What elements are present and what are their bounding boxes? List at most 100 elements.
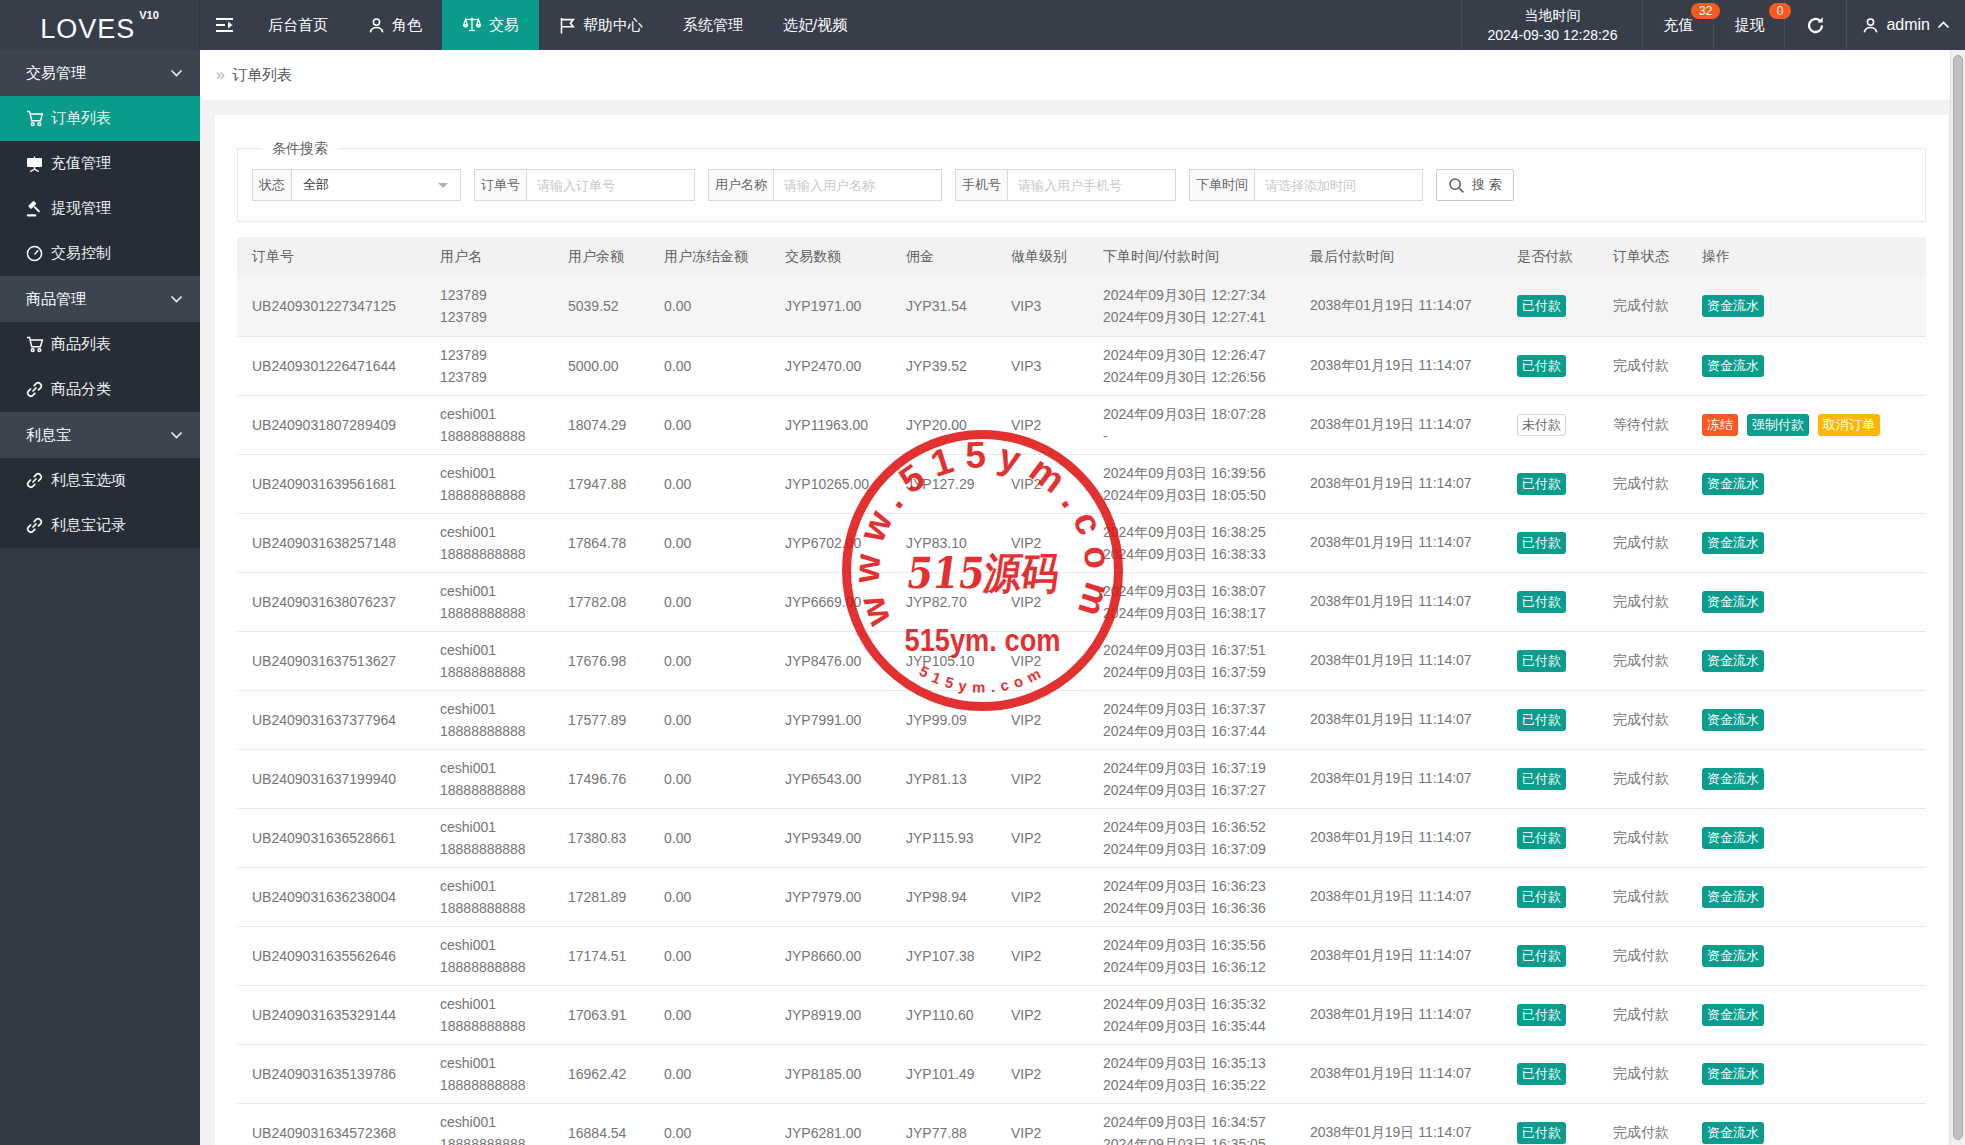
table-row-15[interactable]: UB2409031634572368ceshi00118888888888168… bbox=[237, 1103, 1926, 1145]
user-phone-line: 18888888888 bbox=[440, 1074, 553, 1096]
table-row-12[interactable]: UB2409031635562646ceshi00118888888888171… bbox=[237, 926, 1926, 985]
order-no-input[interactable] bbox=[526, 169, 695, 201]
withdraw-link[interactable]: 提现 0 bbox=[1713, 0, 1784, 50]
nav-item-roles[interactable]: 角色 bbox=[348, 0, 442, 50]
status-select[interactable]: 全部 bbox=[291, 169, 461, 201]
commission-cell: JYP127.29 bbox=[891, 454, 996, 513]
sidebar-item-label: 商品列表 bbox=[51, 335, 111, 354]
nav-item-help-center[interactable]: 帮助中心 bbox=[539, 0, 663, 50]
table-row-4[interactable]: UB2409031639561681ceshi00118888888888179… bbox=[237, 454, 1926, 513]
last-pay-time-cell: 2038年01月19日 11:14:07 bbox=[1295, 454, 1502, 513]
level-cell: VIP2 bbox=[996, 749, 1088, 808]
order-time-line: 2024年09月03日 16:35:13 bbox=[1103, 1052, 1295, 1074]
balance-cell: 17380.83 bbox=[553, 808, 649, 867]
sidebar-item-1-3[interactable]: 提现管理 bbox=[0, 186, 200, 231]
amount-cell: JYP8476.00 bbox=[770, 631, 891, 690]
sidebar-group-2[interactable]: 商品管理 bbox=[0, 276, 200, 322]
fund-flow-button[interactable]: 资金流水 bbox=[1702, 532, 1764, 554]
column-header-5: 交易数额 bbox=[770, 237, 891, 277]
sidebar-item-1-2[interactable]: 充值管理 bbox=[0, 141, 200, 186]
table-row-8[interactable]: UB2409031637377964ceshi00118888888888175… bbox=[237, 690, 1926, 749]
pay-status-badge: 已付款 bbox=[1517, 591, 1566, 613]
sidebar-item-3-2[interactable]: 利息宝记录 bbox=[0, 503, 200, 548]
scrollbar-thumb[interactable] bbox=[1953, 55, 1963, 1140]
sidebar-item-2-2[interactable]: 商品分类 bbox=[0, 367, 200, 412]
nav-item-dashboard[interactable]: 后台首页 bbox=[248, 0, 348, 50]
actions-group: 资金流水 bbox=[1702, 768, 1926, 790]
pay-status-cell: 已付款 bbox=[1502, 1103, 1598, 1145]
fund-flow-button[interactable]: 资金流水 bbox=[1702, 295, 1764, 317]
sidebar-item-2-1[interactable]: 商品列表 bbox=[0, 322, 200, 367]
pay-time-line: 2024年09月03日 16:37:09 bbox=[1103, 838, 1295, 860]
sidebar-item-1-4[interactable]: 交易控制 bbox=[0, 231, 200, 276]
recharge-link[interactable]: 充值 32 bbox=[1642, 0, 1713, 50]
fund-flow-button[interactable]: 资金流水 bbox=[1702, 650, 1764, 672]
fund-flow-button[interactable]: 资金流水 bbox=[1702, 945, 1764, 967]
search-button[interactable]: 搜 索 bbox=[1436, 169, 1514, 201]
order-pay-time-cell: 2024年09月03日 16:39:562024年09月03日 18:05:50 bbox=[1088, 454, 1295, 513]
frozen-cell: 0.00 bbox=[649, 454, 770, 513]
table-row-11[interactable]: UB2409031636238004ceshi00118888888888172… bbox=[237, 867, 1926, 926]
nav-item-video[interactable]: 选妃/视频 bbox=[763, 0, 867, 50]
actions-cell: 资金流水 bbox=[1687, 513, 1926, 572]
breadcrumb: » 订单列表 bbox=[200, 50, 1965, 100]
sidebar: 交易管理订单列表充值管理提现管理交易控制商品管理商品列表商品分类利息宝利息宝选项… bbox=[0, 50, 200, 1145]
nav-item-system[interactable]: 系统管理 bbox=[663, 0, 763, 50]
pay-status-badge: 已付款 bbox=[1517, 650, 1566, 672]
actions-group: 资金流水 bbox=[1702, 1004, 1926, 1026]
fund-flow-button[interactable]: 资金流水 bbox=[1702, 709, 1764, 731]
sidebar-group-1[interactable]: 交易管理 bbox=[0, 50, 200, 96]
fund-flow-button[interactable]: 资金流水 bbox=[1702, 1004, 1764, 1026]
table-row-1[interactable]: UB24093012273471251237891237895039.520.0… bbox=[237, 277, 1926, 336]
actions-cell: 资金流水 bbox=[1687, 926, 1926, 985]
amount-cell: JYP2470.00 bbox=[770, 336, 891, 395]
commission-cell: JYP105.10 bbox=[891, 631, 996, 690]
vertical-scrollbar[interactable] bbox=[1950, 50, 1965, 1145]
fund-flow-button[interactable]: 资金流水 bbox=[1702, 473, 1764, 495]
pay-time-line: 2024年09月30日 12:26:56 bbox=[1103, 366, 1295, 388]
table-row-2[interactable]: UB24093012264716441237891237895000.000.0… bbox=[237, 336, 1926, 395]
user-cell: ceshi00118888888888 bbox=[425, 808, 553, 867]
order-time-input[interactable] bbox=[1254, 169, 1423, 201]
user-name-line: ceshi001 bbox=[440, 580, 553, 602]
table-row-5[interactable]: UB2409031638257148ceshi00118888888888178… bbox=[237, 513, 1926, 572]
user-name-input[interactable] bbox=[773, 169, 942, 201]
actions-cell: 资金流水 bbox=[1687, 454, 1926, 513]
commission-cell: JYP101.49 bbox=[891, 1044, 996, 1103]
fund-flow-button[interactable]: 资金流水 bbox=[1702, 1063, 1764, 1085]
cancel-order-button[interactable]: 取消订单 bbox=[1818, 414, 1880, 436]
refresh-button[interactable] bbox=[1784, 0, 1846, 50]
sidebar-item-3-1[interactable]: 利息宝选项 bbox=[0, 458, 200, 503]
fund-flow-button[interactable]: 资金流水 bbox=[1702, 827, 1764, 849]
user-menu[interactable]: admin bbox=[1846, 0, 1965, 50]
table-row-10[interactable]: UB2409031636528661ceshi00118888888888173… bbox=[237, 808, 1926, 867]
table-row-7[interactable]: UB2409031637513627ceshi00118888888888176… bbox=[237, 631, 1926, 690]
sidebar-group-3[interactable]: 利息宝 bbox=[0, 412, 200, 458]
nav-item-trade[interactable]: 交易 bbox=[442, 0, 539, 50]
table-row-14[interactable]: UB2409031635139786ceshi00118888888888169… bbox=[237, 1044, 1926, 1103]
commission-cell: JYP39.52 bbox=[891, 336, 996, 395]
fund-flow-button[interactable]: 资金流水 bbox=[1702, 886, 1764, 908]
fund-flow-button[interactable]: 资金流水 bbox=[1702, 591, 1764, 613]
last-pay-time-cell: 2038年01月19日 11:14:07 bbox=[1295, 808, 1502, 867]
table-row-13[interactable]: UB2409031635329144ceshi00118888888888170… bbox=[237, 985, 1926, 1044]
icon-holder bbox=[25, 200, 44, 217]
fund-flow-button[interactable]: 资金流水 bbox=[1702, 768, 1764, 790]
user-phone-line: 18888888888 bbox=[440, 543, 553, 565]
fund-flow-button[interactable]: 资金流水 bbox=[1702, 1122, 1764, 1144]
freeze-button[interactable]: 冻结 bbox=[1702, 414, 1738, 436]
table-row-9[interactable]: UB2409031637199940ceshi00118888888888174… bbox=[237, 749, 1926, 808]
phone-filter-group: 手机号 bbox=[955, 169, 1176, 201]
pay-status-cell: 已付款 bbox=[1502, 277, 1598, 336]
sidebar-toggle-button[interactable] bbox=[200, 0, 248, 50]
fund-flow-button[interactable]: 资金流水 bbox=[1702, 355, 1764, 377]
phone-input[interactable] bbox=[1007, 169, 1176, 201]
pay-status-badge: 已付款 bbox=[1517, 1122, 1566, 1144]
search-legend: 条件搜索 bbox=[262, 140, 338, 157]
force-pay-button[interactable]: 强制付款 bbox=[1747, 414, 1809, 436]
table-row-6[interactable]: UB2409031638076237ceshi00118888888888177… bbox=[237, 572, 1926, 631]
balance-cell: 17281.89 bbox=[553, 867, 649, 926]
order-pay-time-cell: 2024年09月30日 12:26:472024年09月30日 12:26:56 bbox=[1088, 336, 1295, 395]
table-row-3[interactable]: UB2409031807289409ceshi00118888888888180… bbox=[237, 395, 1926, 454]
sidebar-item-1-1[interactable]: 订单列表 bbox=[0, 96, 200, 141]
